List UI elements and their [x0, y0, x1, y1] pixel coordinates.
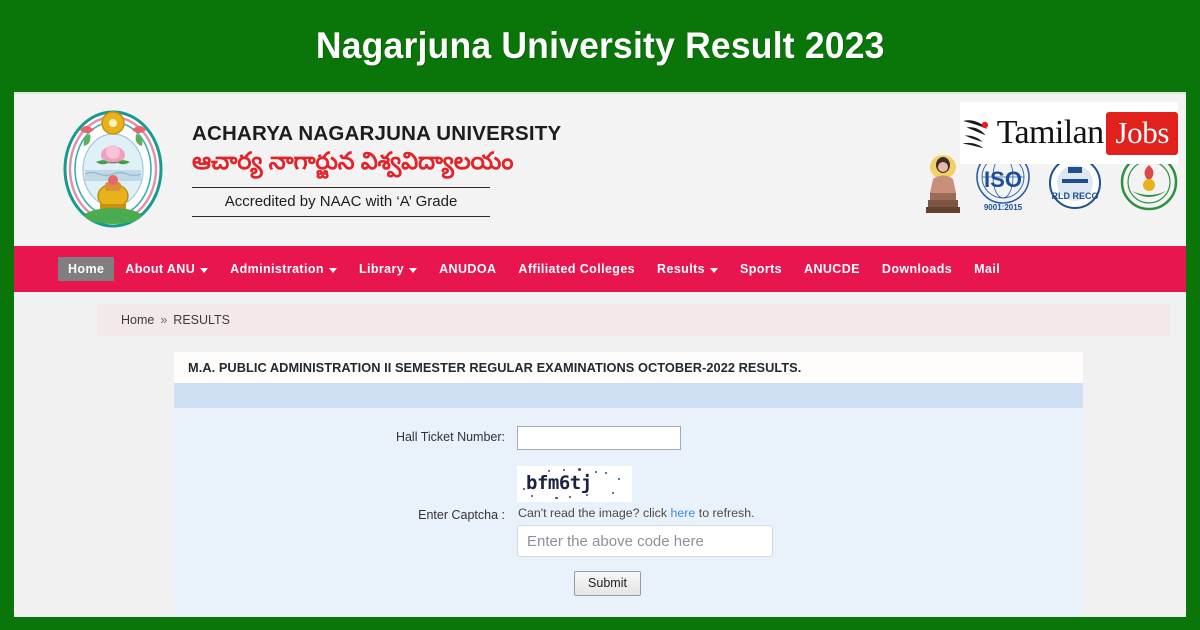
- hall-ticket-input[interactable]: [517, 426, 681, 450]
- chevron-down-icon: [710, 267, 719, 273]
- university-name-en: ACHARYA NAGARJUNA UNIVERSITY: [192, 122, 562, 145]
- page-title: Nagarjuna University Result 2023: [315, 25, 885, 66]
- accreditation-text: Accredited by NAAC with ‘A’ Grade: [192, 187, 490, 217]
- result-panel: M.A. PUBLIC ADMINISTRATION II SEMESTER R…: [174, 352, 1083, 616]
- nav-item-label: Mail: [974, 262, 1001, 276]
- nav-item-label: Home: [68, 262, 105, 276]
- breadcrumb-current: RESULTS: [173, 313, 231, 327]
- nav-item-affiliated-colleges[interactable]: Affiliated Colleges: [507, 257, 646, 281]
- breadcrumb-separator: »: [160, 313, 168, 327]
- watermark-word-one: Tamilan: [996, 114, 1104, 151]
- breadcrumb-wrapper: Home » RESULTS: [14, 292, 1186, 336]
- university-seal-icon: [60, 108, 166, 230]
- site-header: ACHARYA NAGARJUNA UNIVERSITY ఆచార్య నాగా…: [14, 92, 1186, 246]
- captcha-refresh-line: Can't read the image? click here to refr…: [517, 503, 773, 525]
- submit-button[interactable]: Submit: [574, 571, 641, 596]
- nav-item-sports[interactable]: Sports: [729, 257, 793, 281]
- captcha-row: Enter Captcha : bfm6tj Can't read the im…: [174, 466, 1083, 557]
- nav-item-home[interactable]: Home: [58, 257, 115, 281]
- result-form: Hall Ticket Number: Enter Captcha : bfm6…: [174, 408, 1083, 616]
- buddha-statue-icon: [926, 151, 960, 218]
- nav-item-label: Administration: [230, 262, 324, 276]
- breadcrumb: Home » RESULTS: [97, 304, 1170, 336]
- university-name-te: ఆచార్య నాగార్జున విశ్వవిద్యాలయం: [192, 148, 514, 175]
- hall-ticket-label: Hall Ticket Number:: [395, 430, 505, 444]
- breadcrumb-home-link[interactable]: Home: [121, 313, 154, 327]
- captcha-image: bfm6tj: [517, 466, 632, 502]
- tamilan-jobs-watermark: Tamilan Jobs: [960, 102, 1178, 164]
- nav-item-label: About ANU: [125, 262, 196, 276]
- captcha-noise-dot: [555, 497, 558, 499]
- nav-item-label: Affiliated Colleges: [518, 262, 636, 276]
- nav-item-label: ANUDOA: [439, 262, 497, 276]
- nav-item-anudoa[interactable]: ANUDOA: [428, 257, 507, 281]
- nav-item-label: Downloads: [881, 262, 953, 276]
- chevron-down-icon: [200, 267, 209, 273]
- captcha-noise-dot: [548, 470, 550, 472]
- main-navigation: Home About ANU Administration Library AN…: [14, 246, 1186, 292]
- svg-text:RLD RECO: RLD RECO: [1052, 191, 1099, 201]
- captcha-noise-dot: [531, 495, 533, 497]
- svg-text:9001:2015: 9001:2015: [984, 203, 1023, 212]
- website-screenshot: ACHARYA NAGARJUNA UNIVERSITY ఆచార్య నాగా…: [14, 92, 1186, 617]
- captcha-noise-dot: [595, 471, 597, 473]
- captcha-text: bfm6tj: [526, 472, 592, 494]
- nav-item-label: Results: [657, 262, 706, 276]
- captcha-noise-dot: [605, 472, 607, 474]
- captcha-input[interactable]: [517, 525, 773, 557]
- nav-item-about-anu[interactable]: About ANU: [114, 257, 219, 281]
- captcha-noise-dot: [612, 492, 614, 494]
- chevron-down-icon: [409, 267, 418, 273]
- nav-item-anucde[interactable]: ANUCDE: [793, 257, 871, 281]
- captcha-noise-dot: [578, 468, 581, 471]
- captcha-noise-dot: [618, 478, 620, 480]
- nav-item-mail[interactable]: Mail: [963, 257, 1011, 281]
- headline-banner: Nagarjuna University Result 2023: [0, 0, 1200, 92]
- captcha-noise-dot: [563, 469, 565, 471]
- captcha-noise-dot: [569, 496, 571, 498]
- university-titles: ACHARYA NAGARJUNA UNIVERSITY ఆచార్య నాగా…: [192, 122, 622, 217]
- captcha-refresh-prefix: Can't read the image? click: [518, 506, 671, 520]
- nav-item-results[interactable]: Results: [646, 257, 729, 281]
- captcha-label: Enter Captcha :: [418, 508, 505, 522]
- captcha-noise-dot: [523, 488, 525, 490]
- hall-ticket-row: Hall Ticket Number:: [174, 426, 1083, 450]
- svg-text:ISO: ISO: [984, 167, 1022, 192]
- submit-row: Submit: [174, 571, 1083, 596]
- captcha-noise-dot: [586, 494, 588, 496]
- nav-item-label: Sports: [740, 262, 783, 276]
- captcha-refresh-suffix: to refresh.: [695, 506, 755, 520]
- nav-item-label: Library: [358, 262, 405, 276]
- nav-item-downloads[interactable]: Downloads: [871, 257, 963, 281]
- captcha-column: bfm6tj Can't read the image? click here …: [517, 466, 773, 557]
- chevron-down-icon: [328, 267, 337, 273]
- nav-item-label: ANUCDE: [804, 262, 860, 276]
- nav-item-library[interactable]: Library: [348, 257, 428, 281]
- nav-item-administration[interactable]: Administration: [219, 257, 348, 281]
- result-panel-subbar: [174, 383, 1083, 408]
- tamilan-swoosh-icon: [962, 120, 989, 149]
- page-root: Nagarjuna University Result 2023 ACHARYA…: [0, 0, 1200, 630]
- result-panel-title: M.A. PUBLIC ADMINISTRATION II SEMESTER R…: [174, 352, 1083, 383]
- watermark-word-two: Jobs: [1106, 111, 1178, 155]
- captcha-refresh-link[interactable]: here: [671, 506, 696, 520]
